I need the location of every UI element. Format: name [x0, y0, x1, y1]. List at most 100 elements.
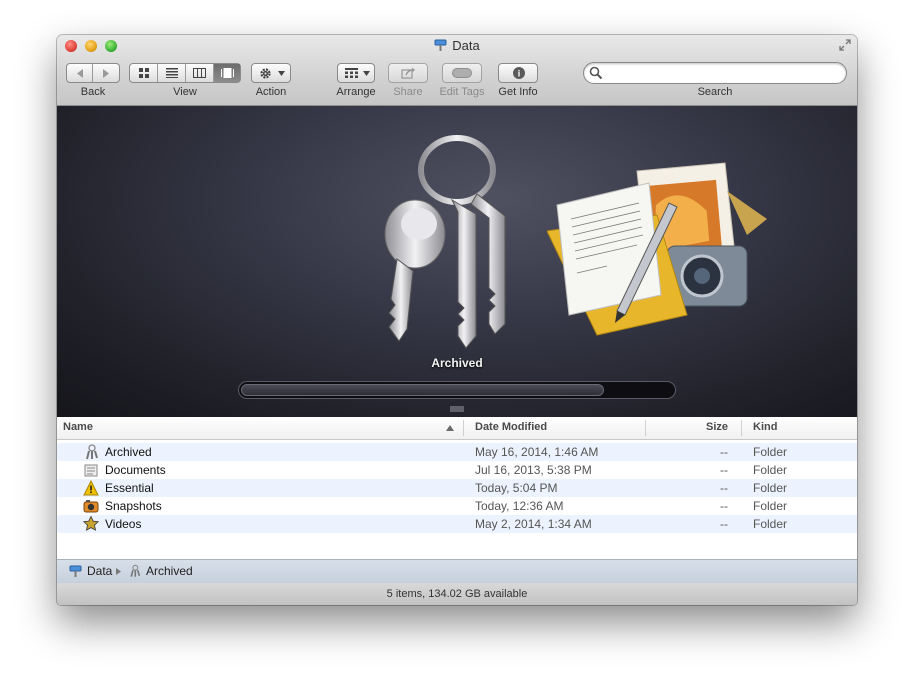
table-row[interactable]: Snapshots Today, 12:36 AM -- Folder: [57, 497, 857, 515]
keychain-icon: [384, 135, 506, 349]
columns-icon: [193, 68, 206, 78]
drive-icon: [434, 39, 447, 51]
get-info-button[interactable]: i: [498, 63, 538, 83]
action-label: Action: [255, 86, 287, 98]
back-button[interactable]: [67, 64, 93, 82]
toolbar: Data Back View Action Arrange Share Edit…: [57, 35, 857, 106]
file-kind: Folder: [753, 481, 788, 495]
arrange-label: Arrange: [336, 86, 376, 98]
chevron-left-icon: [76, 68, 83, 78]
camera-icon: [83, 500, 99, 513]
movie-star-icon: [83, 516, 99, 531]
view-cover-flow-button[interactable]: [214, 64, 240, 82]
file-size: --: [720, 445, 728, 459]
back-forward-control: [66, 63, 120, 83]
path-separator-icon: [116, 568, 121, 575]
file-name: Videos: [105, 517, 142, 531]
preview-title: Archived: [431, 356, 483, 370]
edit-tags-label: Edit Tags: [439, 86, 485, 98]
file-kind: Folder: [753, 517, 788, 531]
share-label: Share: [393, 86, 423, 98]
view-icons-button[interactable]: [130, 64, 158, 82]
file-size: --: [720, 463, 728, 477]
cover-flow-scrollbar[interactable]: [238, 381, 676, 399]
arrange-button[interactable]: [337, 63, 375, 83]
cover-flow-preview[interactable]: Archived: [57, 106, 857, 417]
file-size: --: [720, 517, 728, 531]
column-header-size[interactable]: Size: [646, 417, 728, 439]
path-item-data[interactable]: Data: [87, 564, 112, 578]
file-date: May 2, 2014, 1:34 AM: [475, 517, 592, 531]
resize-grip-icon[interactable]: [450, 406, 464, 412]
status-bar: 5 items, 134.02 GB available: [57, 583, 857, 605]
file-kind: Folder: [753, 445, 788, 459]
file-name: Snapshots: [105, 499, 162, 513]
share-button[interactable]: [388, 63, 428, 83]
column-header-name[interactable]: Name: [63, 417, 463, 439]
file-name: Archived: [105, 445, 152, 459]
icon-grid-icon: [138, 68, 149, 78]
status-text: 5 items, 134.02 GB available: [386, 588, 528, 600]
table-row[interactable]: Videos May 2, 2014, 1:34 AM -- Folder: [57, 515, 857, 533]
gear-icon: [260, 68, 271, 79]
table-row[interactable]: Archived May 16, 2014, 1:46 AM -- Folder: [57, 443, 857, 461]
column-header-date-label: Date Modified: [475, 421, 548, 433]
file-date: Jul 16, 2013, 5:38 PM: [475, 463, 592, 477]
file-date: Today, 12:36 AM: [475, 499, 564, 513]
view-columns-button[interactable]: [186, 64, 214, 82]
column-divider[interactable]: [463, 420, 464, 436]
drive-icon: [69, 565, 82, 577]
column-header-kind-label: Kind: [753, 421, 778, 433]
column-header-date[interactable]: Date Modified: [475, 417, 645, 439]
sort-ascending-icon: [446, 425, 454, 431]
finder-window: Data Back View Action Arrange Share Edit…: [57, 35, 857, 605]
list-header: Name Date Modified Size Kind: [57, 417, 857, 440]
svg-text:i: i: [518, 69, 521, 79]
file-size: --: [720, 499, 728, 513]
chevron-down-icon: [363, 71, 370, 76]
chevron-down-icon: [278, 71, 285, 76]
scrollbar-thumb[interactable]: [241, 384, 604, 396]
search-input[interactable]: [606, 65, 842, 83]
arrange-grid-icon: [345, 68, 358, 78]
search-label: Search: [697, 86, 733, 98]
table-row[interactable]: Essential Today, 5:04 PM -- Folder: [57, 479, 857, 497]
column-header-size-label: Size: [705, 421, 728, 433]
tag-icon: [452, 68, 472, 78]
column-header-kind[interactable]: Kind: [753, 417, 853, 439]
file-kind: Folder: [753, 499, 788, 513]
edit-tags-button[interactable]: [442, 63, 482, 83]
column-header-name-label: Name: [63, 421, 93, 433]
document-icon: [84, 464, 98, 477]
action-button[interactable]: [251, 63, 291, 83]
view-control: [129, 63, 241, 83]
back-label: Back: [80, 86, 106, 98]
file-name: Essential: [105, 481, 154, 495]
path-bar: Data Archived: [57, 559, 857, 584]
share-icon: [401, 67, 415, 79]
warning-icon: [83, 480, 99, 496]
view-label: View: [173, 86, 197, 98]
window-title-text: Data: [452, 38, 480, 53]
file-size: --: [720, 481, 728, 495]
keychain-icon: [130, 564, 141, 577]
cover-flow-icon: [220, 68, 234, 78]
file-list: Archived May 16, 2014, 1:46 AM -- Folder…: [57, 440, 857, 560]
file-name: Documents: [105, 463, 166, 477]
view-list-button[interactable]: [158, 64, 186, 82]
info-icon: i: [513, 67, 525, 79]
path-item-archived[interactable]: Archived: [146, 564, 193, 578]
chevron-right-icon: [103, 68, 109, 78]
file-kind: Folder: [753, 463, 788, 477]
table-row[interactable]: Documents Jul 16, 2013, 5:38 PM -- Folde…: [57, 461, 857, 479]
get-info-label: Get Info: [498, 86, 538, 98]
fullscreen-icon[interactable]: [839, 39, 851, 51]
file-date: Today, 5:04 PM: [475, 481, 558, 495]
file-date: May 16, 2014, 1:46 AM: [475, 445, 599, 459]
documents-thumbnail: [547, 162, 767, 336]
search-field[interactable]: [583, 62, 847, 84]
forward-button[interactable]: [93, 64, 119, 82]
search-icon: [589, 66, 603, 80]
window-title: Data: [57, 38, 857, 53]
column-divider[interactable]: [741, 420, 742, 436]
